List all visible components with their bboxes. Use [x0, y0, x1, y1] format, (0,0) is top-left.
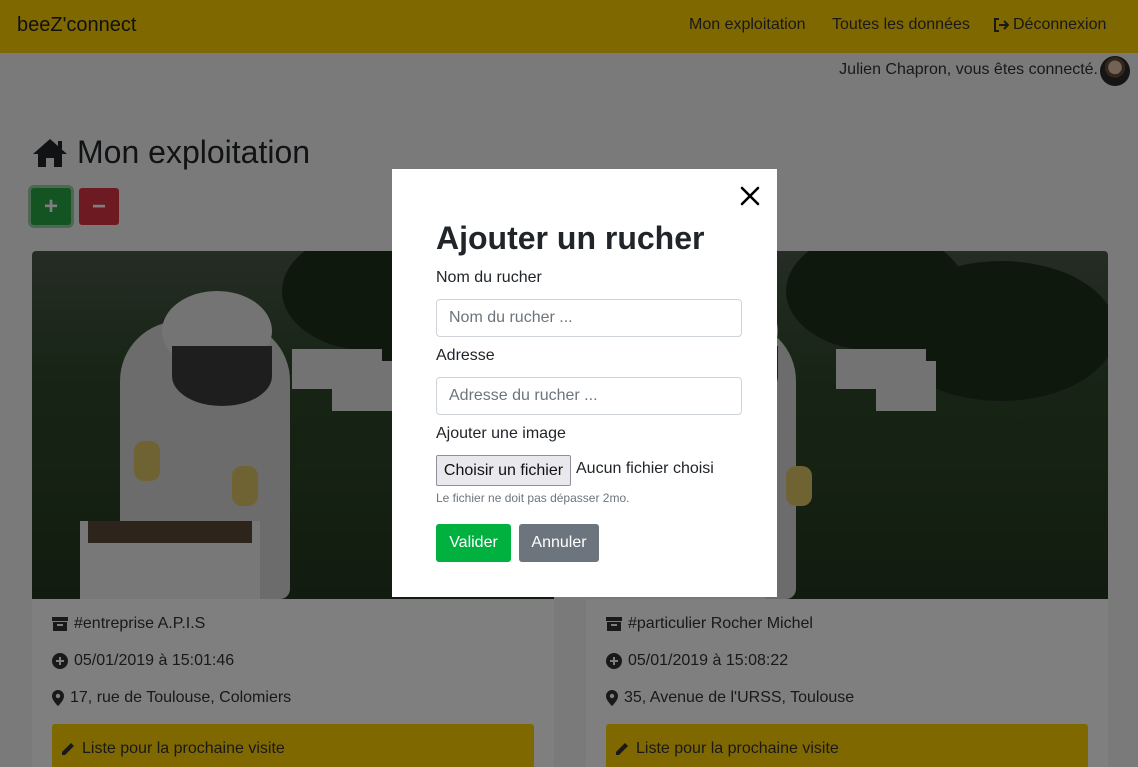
- modal-title: Ajouter un rucher: [436, 220, 705, 256]
- close-icon[interactable]: [739, 185, 761, 207]
- rucher-address-input[interactable]: [436, 377, 742, 415]
- submit-button[interactable]: Valider: [436, 524, 511, 562]
- file-help-text: Le fichier ne doit pas dépasser 2mo.: [436, 491, 630, 505]
- cancel-button[interactable]: Annuler: [519, 524, 599, 562]
- choose-file-button[interactable]: Choisir un fichier: [436, 455, 571, 486]
- file-status: Aucun fichier choisi: [576, 460, 714, 477]
- address-label: Adresse: [436, 347, 495, 364]
- name-label: Nom du rucher: [436, 269, 542, 286]
- image-label: Ajouter une image: [436, 425, 566, 442]
- rucher-name-input[interactable]: [436, 299, 742, 337]
